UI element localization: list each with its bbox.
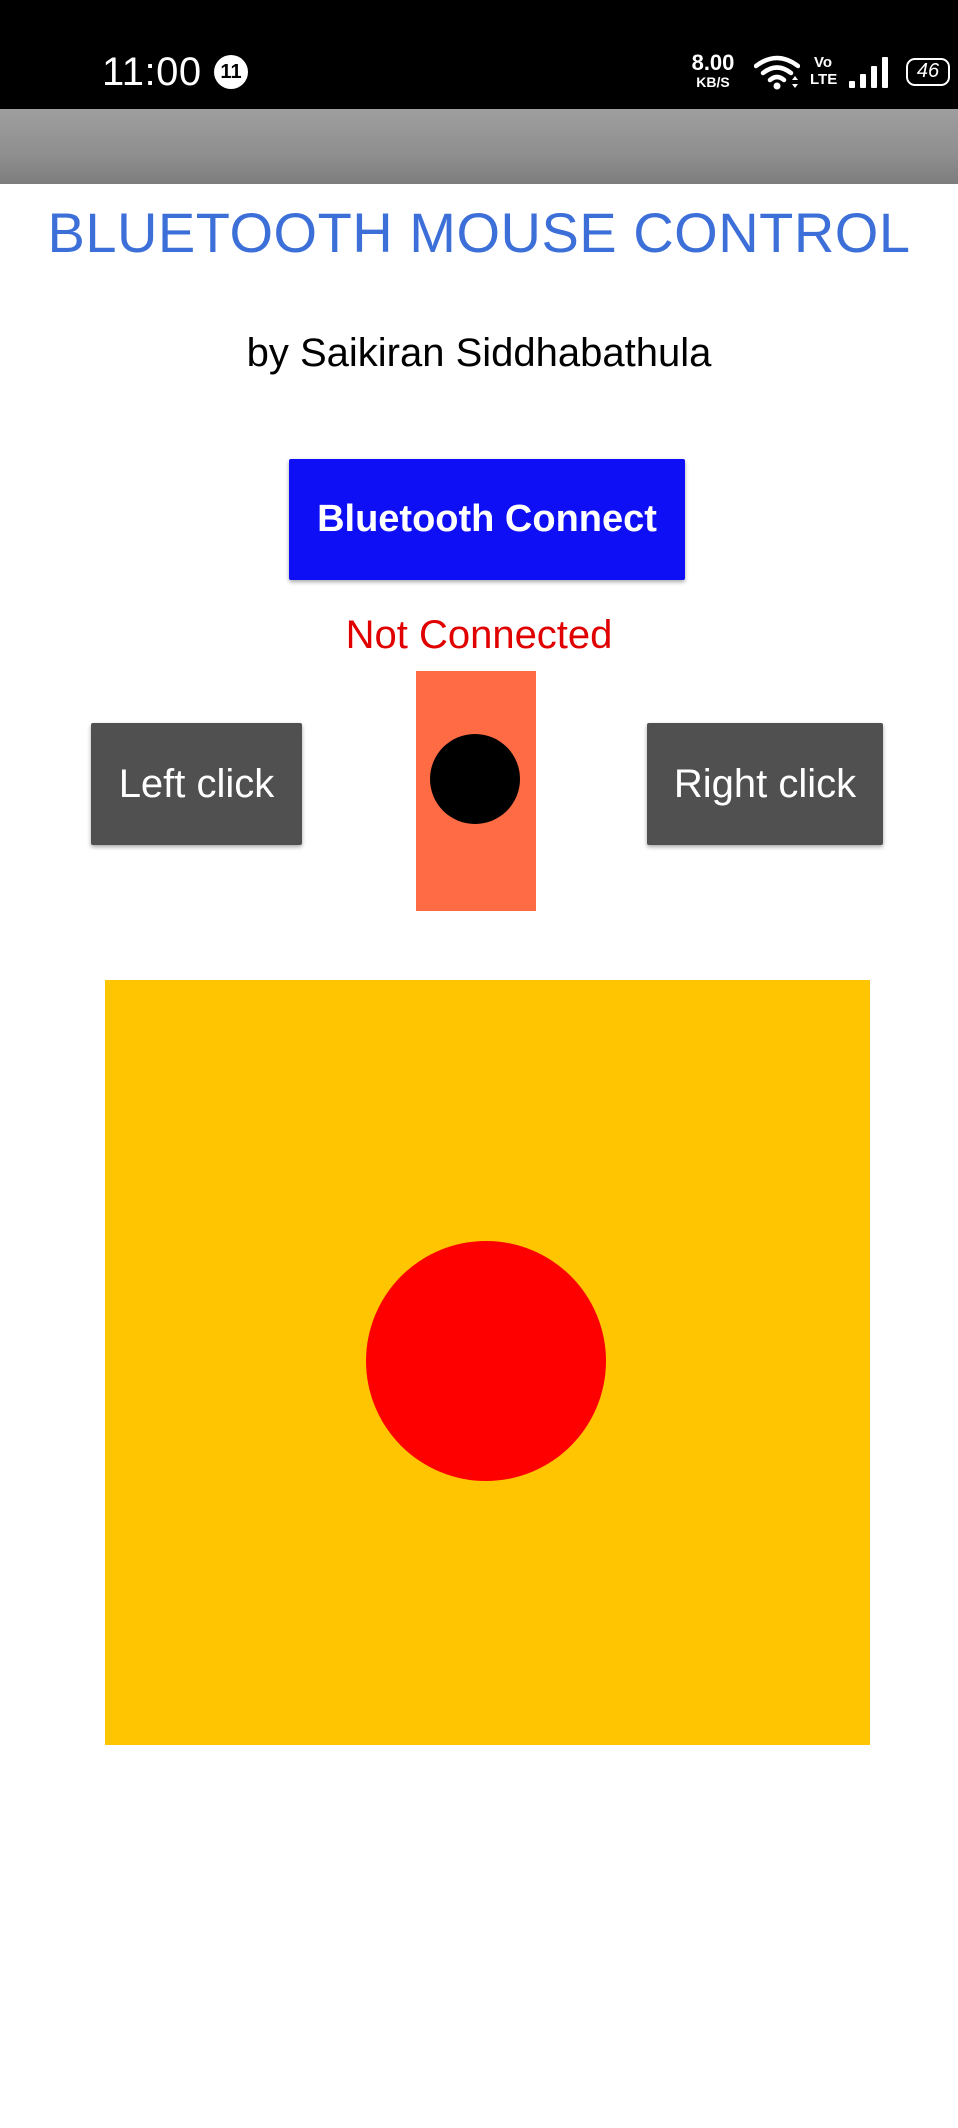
touchpad-area[interactable] — [105, 980, 870, 1745]
author-credit: by Saikiran Siddhabathula — [246, 331, 712, 375]
scroll-wheel-track[interactable] — [416, 671, 536, 911]
action-bar — [0, 109, 958, 184]
volte-icon: Vo LTE — [810, 54, 838, 88]
network-speed-unit: KB/S — [696, 74, 730, 90]
bluetooth-connect-button[interactable]: Bluetooth Connect — [289, 459, 685, 580]
scroll-wheel-knob[interactable] — [430, 734, 520, 824]
network-speed-value: 8.00 — [691, 50, 735, 75]
status-time: 11:00 — [102, 50, 202, 94]
right-click-button[interactable]: Right click — [647, 723, 883, 845]
notification-count-badge: 11 — [214, 55, 248, 89]
battery-icon: 46 — [906, 58, 950, 86]
wifi-icon — [754, 55, 800, 90]
volte-label-top: Vo — [813, 54, 833, 71]
network-speed: 8.00 KB/S — [685, 50, 741, 90]
page-title: BLUETOOTH MOUSE CONTROL — [47, 201, 911, 264]
status-bar: 11:00 11 8.00 KB/S Vo LTE 46 — [0, 0, 958, 109]
signal-icon — [849, 57, 888, 88]
connection-status: Not Connected — [345, 613, 613, 657]
volte-label-bottom: LTE — [810, 71, 838, 88]
touchpad-joystick-knob[interactable] — [366, 1241, 606, 1481]
left-click-button[interactable]: Left click — [91, 723, 302, 845]
